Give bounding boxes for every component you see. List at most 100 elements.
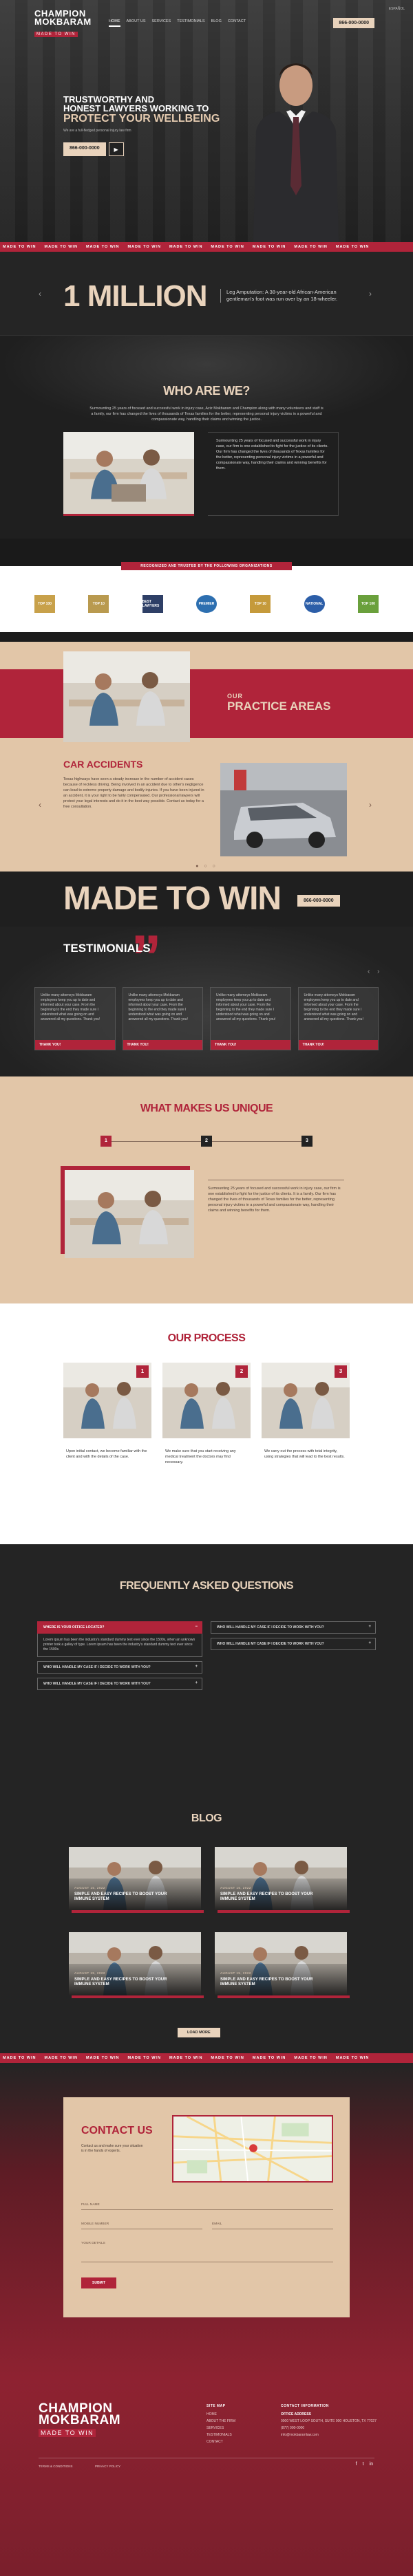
ticker-item: MADE TO WIN: [3, 245, 36, 249]
mtw-phone-button[interactable]: 866-000-0000: [297, 895, 340, 907]
twitter-icon[interactable]: t: [363, 2462, 364, 2467]
plus-icon: +: [368, 1625, 371, 1629]
footer-email[interactable]: info@mokbaramlaw.com: [281, 2433, 377, 2437]
testimonial-card: Unlike many attorneys Mokbaram employees…: [297, 987, 379, 1050]
practice-section: OUR PRACTICE AREAS ‹ CAR ACCIDENTS Texas…: [0, 642, 413, 872]
submit-button[interactable]: SUBMIT: [81, 2277, 117, 2288]
site-logo[interactable]: CHAMPION MOKBARAM MADE TO WIN: [34, 9, 92, 39]
terms-link[interactable]: TERMS & CONDITIONS: [39, 2465, 73, 2468]
chevron-right-icon[interactable]: ›: [369, 289, 372, 299]
footer-link[interactable]: ABOUT THE FIRM: [206, 2419, 235, 2423]
faq-question-text: WHO WILL HANDLE MY CASE IF I DECIDE TO W…: [43, 1665, 151, 1669]
blog-post-title[interactable]: SIMPLE AND EASY RECIPES TO BOOST YOUR IM…: [220, 1978, 324, 1987]
chevron-left-icon[interactable]: ‹: [368, 968, 370, 975]
who-title: WHO ARE WE?: [163, 384, 250, 398]
blog-post-title[interactable]: SIMPLE AND EASY RECIPES TO BOOST YOUR IM…: [220, 1892, 324, 1902]
ticker-item: MADE TO WIN: [335, 245, 370, 249]
hero-phone-button[interactable]: 866-000-0000: [63, 142, 106, 156]
footer-link[interactable]: TESTIMONIALS: [206, 2433, 235, 2437]
unique-title: WHAT MAKES US UNIQUE: [140, 1103, 273, 1114]
who-body: Surmounting 25 years of focused and succ…: [208, 432, 339, 516]
language-link[interactable]: ESPAÑOL: [389, 7, 405, 11]
recognition-banner: RECOGNIZED AND TRUSTED BY THE FOLLOWING …: [121, 562, 292, 570]
faq-question[interactable]: WHERE IS YOUR OFFICE LOCATED? −: [37, 1621, 202, 1634]
blog-post-title[interactable]: SIMPLE AND EASY RECIPES TO BOOST YOUR IM…: [74, 1892, 178, 1902]
testimonial-text: Unlike many attorneys Mokbaram employees…: [216, 993, 276, 1021]
testimonial-footer: THANK YOU!: [211, 1040, 290, 1050]
faq-question[interactable]: WHO WILL HANDLE MY CASE IF I DECIDE TO W…: [211, 1638, 376, 1650]
play-icon[interactable]: ▶: [108, 142, 124, 156]
process-step-text: We make sure that you start receiving an…: [165, 1449, 236, 1464]
step-button[interactable]: 2: [201, 1136, 212, 1147]
blog-card[interactable]: AUGUST 15, 2022 SIMPLE AND EASY RECIPES …: [69, 1932, 204, 1998]
blog-post-title[interactable]: SIMPLE AND EASY RECIPES TO BOOST YOUR IM…: [74, 1978, 178, 1987]
plus-icon: +: [195, 1681, 198, 1685]
footer-link[interactable]: CONTACT: [206, 2440, 235, 2444]
header-phone-button[interactable]: 866-000-0000: [333, 18, 374, 28]
blog-card[interactable]: AUGUST 15, 2022 SIMPLE AND EASY RECIPES …: [215, 1932, 350, 1998]
footer-logo[interactable]: CHAMPION MOKBARAM MADE TO WIN: [39, 2402, 120, 2438]
footer-link[interactable]: SERVICES: [206, 2426, 235, 2430]
chevron-left-icon[interactable]: ‹: [39, 800, 41, 810]
ticker-band: MADE TO WIN MADE TO WIN MADE TO WIN MADE…: [0, 242, 413, 252]
process-card: 1 Upon initial contact, we become famili…: [63, 1363, 151, 1465]
facebook-icon[interactable]: f: [356, 2462, 357, 2467]
ticker-item: MADE TO WIN: [335, 2056, 370, 2060]
faq-question[interactable]: WHO WILL HANDLE MY CASE IF I DECIDE TO W…: [37, 1661, 202, 1674]
award-badge: PREMIER: [195, 595, 217, 613]
blog-date: AUGUST 15, 2022: [74, 1886, 105, 1890]
testimonial-card: Unlike many attorneys Mokbaram employees…: [34, 987, 116, 1050]
chevron-right-icon[interactable]: ›: [377, 968, 379, 975]
process-step-number: 1: [136, 1365, 149, 1378]
blog-card[interactable]: AUGUST 15, 2022 SIMPLE AND EASY RECIPES …: [215, 1847, 350, 1913]
chevron-left-icon[interactable]: ‹: [39, 289, 41, 299]
ticker-item: MADE TO WIN: [85, 245, 120, 249]
faq-question[interactable]: WHO WILL HANDLE MY CASE IF I DECIDE TO W…: [211, 1621, 376, 1634]
stat-description: Leg Amputation: A 38-year-old African-Am…: [220, 289, 343, 303]
nav-contact[interactable]: CONTACT: [228, 19, 246, 27]
contact-section: CONTACT US Contact us and make sure your…: [0, 2063, 413, 2378]
faq-question[interactable]: WHO WILL HANDLE MY CASE IF I DECIDE TO W…: [37, 1678, 202, 1690]
mobile-number-field[interactable]: MOBILE NUMBER: [81, 2220, 202, 2229]
quote-icon: ”: [131, 927, 162, 992]
blog-card[interactable]: AUGUST 15, 2022 SIMPLE AND EASY RECIPES …: [69, 1847, 204, 1913]
contact-info-title: CONTACT INFORMATION: [281, 2404, 329, 2408]
load-more-button[interactable]: LOAD MORE: [178, 2028, 220, 2037]
step-button[interactable]: 1: [100, 1136, 112, 1147]
nav-blog[interactable]: BLOG: [211, 19, 222, 27]
footer-phone[interactable]: (877) 000-0000: [281, 2426, 377, 2430]
practice-card-title: CAR ACCIDENTS: [63, 759, 143, 770]
full-name-field[interactable]: FULL NAME: [81, 2200, 333, 2210]
contact-title: CONTACT US: [81, 2125, 153, 2136]
nav-testimonials[interactable]: TESTIMONIALS: [177, 19, 204, 27]
blog-underline: [218, 1910, 350, 1913]
details-field[interactable]: YOUR DETAILS: [81, 2239, 333, 2262]
minus-icon: −: [195, 1625, 198, 1629]
privacy-link[interactable]: PRIVACY POLICY: [95, 2465, 120, 2468]
footer-sitemap: SITE MAP HOME ABOUT THE FIRM SERVICES TE…: [206, 2404, 235, 2447]
blog-date: AUGUST 15, 2022: [74, 1971, 105, 1975]
nav-services[interactable]: SERVICES: [152, 19, 171, 27]
unique-section: WHAT MAKES US UNIQUE 1 2 3 Surmounting 2…: [0, 1076, 413, 1303]
step-button[interactable]: 3: [301, 1136, 313, 1147]
email-field[interactable]: EMAIL: [212, 2220, 333, 2229]
nav-about[interactable]: ABOUT US: [127, 19, 146, 27]
faq-left-column: WHERE IS YOUR OFFICE LOCATED? − Lorem ips…: [37, 1621, 202, 1694]
blog-date: AUGUST 15, 2022: [220, 1971, 251, 1975]
location-map[interactable]: [172, 2115, 333, 2183]
testimonials-section: ” TESTIMONIALS ‹ › Unlike many attorneys…: [0, 927, 413, 1076]
footer-link[interactable]: HOME: [206, 2412, 235, 2416]
chevron-right-icon[interactable]: ›: [369, 800, 372, 810]
faq-answer: Lorem ipsum has been the industry's stan…: [37, 1634, 202, 1657]
instagram-icon[interactable]: in: [370, 2462, 373, 2467]
faq-question-text: WHERE IS YOUR OFFICE LOCATED?: [43, 1625, 105, 1630]
nav-home[interactable]: HOME: [109, 19, 120, 27]
hero-title-line3: PROTECT YOUR WELLBEING: [63, 113, 220, 125]
process-section: OUR PROCESS 1 Upon initial contact, we b…: [0, 1303, 413, 1544]
office-photo: [63, 432, 194, 516]
blog-underline: [218, 1995, 350, 1998]
ticker-item: MADE TO WIN: [211, 2056, 244, 2060]
process-title: OUR PROCESS: [167, 1332, 246, 1344]
office-address: 0000 WEST LOOP SOUTH, SUITE 000 HOUSTON,…: [281, 2419, 377, 2423]
carousel-dots[interactable]: ● ○ ○: [0, 864, 413, 869]
